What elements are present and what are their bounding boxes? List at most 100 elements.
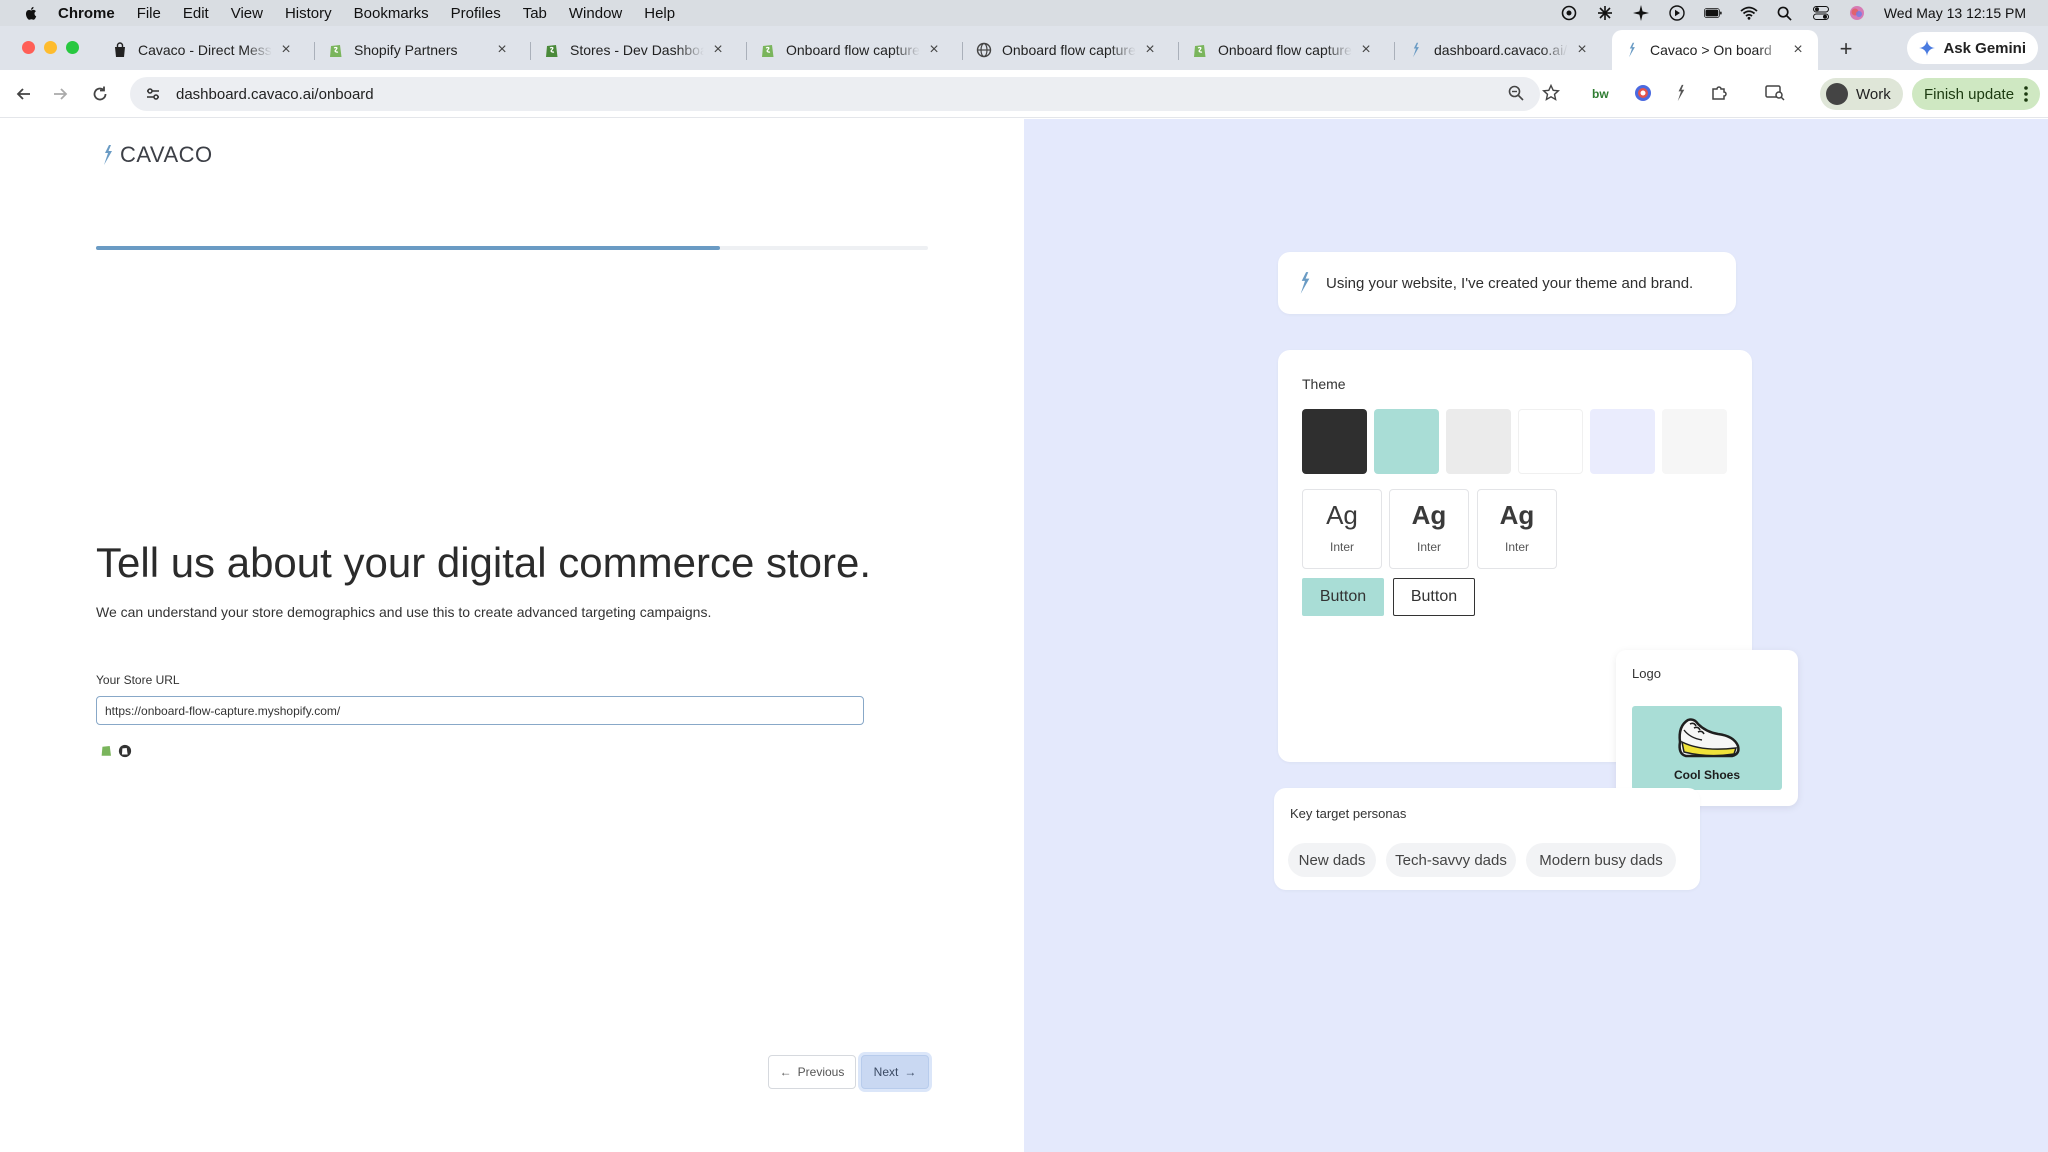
theme-swatch[interactable] [1518, 409, 1583, 474]
close-window-button[interactable] [22, 41, 35, 54]
wifi-icon[interactable] [1740, 4, 1758, 22]
menu-file[interactable]: File [137, 5, 161, 22]
shopify-icon [100, 743, 114, 757]
tab-title: Stores - Dev Dashboard [570, 42, 704, 58]
menu-tab[interactable]: Tab [523, 5, 547, 22]
address-url[interactable]: dashboard.cavaco.ai/onboard [176, 86, 374, 103]
status-sun-icon[interactable] [1596, 4, 1614, 22]
logo-card: Logo Cool Shoes [1616, 650, 1798, 806]
menu-profiles[interactable]: Profiles [451, 5, 501, 22]
button-style-outline[interactable]: Button [1393, 578, 1475, 616]
reload-icon [93, 86, 107, 101]
color-extension-icon[interactable] [1632, 82, 1654, 104]
menu-edit[interactable]: Edit [183, 5, 209, 22]
font-sample: Ag [1326, 500, 1358, 530]
minimize-window-button[interactable] [44, 41, 57, 54]
brand-logo-tile[interactable]: Cool Shoes [1632, 706, 1782, 790]
personas-title: Key target personas [1290, 806, 1407, 821]
tab-onboard-flow-2[interactable]: Onboard flow capture × [964, 32, 1170, 68]
theme-swatch[interactable] [1662, 409, 1727, 474]
font-option[interactable]: Ag Inter [1389, 489, 1469, 569]
close-tab-icon[interactable]: × [278, 41, 294, 58]
back-button[interactable] [12, 82, 36, 106]
button-style-filled[interactable]: Button [1302, 578, 1384, 616]
address-bar[interactable]: dashboard.cavaco.ai/onboard [130, 77, 1540, 111]
apple-icon[interactable] [22, 4, 40, 22]
status-play-icon[interactable] [1668, 4, 1686, 22]
status-settings-icon[interactable] [1560, 4, 1578, 22]
font-option[interactable]: Ag Inter [1302, 489, 1382, 569]
cavaco-extension-icon[interactable] [1670, 82, 1692, 104]
ask-gemini-button[interactable]: Ask Gemini [1907, 32, 2038, 64]
close-tab-icon[interactable]: × [926, 41, 942, 58]
next-button[interactable]: Next → [861, 1055, 929, 1089]
close-tab-icon[interactable]: × [710, 41, 726, 58]
status-sparkle-icon[interactable] [1632, 4, 1650, 22]
site-settings-icon[interactable] [144, 85, 162, 103]
new-tab-button[interactable]: + [1834, 36, 1858, 61]
store-url-input[interactable] [96, 696, 864, 725]
tab-shopify-partners[interactable]: Shopify Partners × [316, 32, 522, 68]
close-tab-icon[interactable]: × [1142, 41, 1158, 58]
theme-title: Theme [1302, 376, 1346, 392]
menubar-datetime[interactable]: Wed May 13 12:15 PM [1884, 5, 2026, 21]
cavaco-bag-icon [112, 42, 128, 58]
tab-onboard-flow-3[interactable]: Onboard flow capture × [1180, 32, 1386, 68]
extensions-puzzle-icon[interactable] [1708, 82, 1730, 104]
persona-chip[interactable]: Modern busy dads [1526, 843, 1676, 877]
battery-icon[interactable] [1703, 4, 1722, 22]
siri-icon[interactable] [1848, 4, 1866, 22]
gemini-sparkle-icon [1919, 40, 1936, 56]
menu-bookmarks[interactable]: Bookmarks [354, 5, 429, 22]
bookmark-star-icon[interactable] [1540, 82, 1562, 104]
control-center-icon[interactable] [1812, 4, 1830, 22]
browser-toolbar: dashboard.cavaco.ai/onboard bw Work Fini… [0, 70, 2048, 118]
logo-brand-name: Cool Shoes [1673, 768, 1740, 782]
arrow-right-icon: → [904, 1065, 917, 1079]
previous-label: Previous [797, 1065, 845, 1079]
tab-onboard-flow-1[interactable]: Onboard flow capture × [748, 32, 954, 68]
font-name: Inter [1329, 540, 1354, 554]
zoom-window-button[interactable] [66, 41, 79, 54]
profile-button[interactable]: Work [1820, 78, 1903, 110]
finish-update-button[interactable]: Finish update [1912, 78, 2041, 110]
tab-cavaco-messages[interactable]: Cavaco - Direct Messa × [100, 32, 306, 68]
theme-swatch[interactable] [1302, 409, 1367, 474]
font-option[interactable]: Ag Inter [1477, 489, 1557, 569]
logo-title: Logo [1632, 666, 1661, 681]
ask-gemini-label: Ask Gemini [1943, 39, 2026, 57]
tab-title: Cavaco > On board [1650, 42, 1772, 58]
page-title: Tell us about your digital commerce stor… [96, 539, 872, 586]
reload-button[interactable] [88, 82, 112, 106]
menu-help[interactable]: Help [644, 5, 675, 22]
finish-update-label: Finish update [1924, 85, 2015, 103]
store-url-label: Your Store URL [96, 673, 180, 687]
menu-window[interactable]: Window [569, 5, 622, 22]
tab-cavaco-onboard-active[interactable]: Cavaco > On board × [1612, 30, 1818, 70]
tab-stores-dev-dashboard[interactable]: Stores - Dev Dashboard × [532, 32, 738, 68]
font-sample: Ag [1499, 500, 1535, 530]
close-tab-icon[interactable]: × [1574, 41, 1590, 58]
menu-app-name[interactable]: Chrome [58, 5, 115, 22]
persona-chip[interactable]: New dads [1288, 843, 1376, 877]
persona-chip[interactable]: Tech-savvy dads [1386, 843, 1516, 877]
theme-swatch[interactable] [1590, 409, 1655, 474]
previous-button[interactable]: ← Previous [768, 1055, 856, 1089]
shopify-icon [1192, 42, 1208, 58]
bitwarden-extension-icon[interactable]: bw [1592, 82, 1614, 104]
close-tab-icon[interactable]: × [1358, 41, 1374, 58]
theme-swatch[interactable] [1446, 409, 1511, 474]
personas-card: Key target personas New dads Tech-savvy … [1274, 788, 1700, 890]
menu-history[interactable]: History [285, 5, 332, 22]
theme-swatch[interactable] [1374, 409, 1439, 474]
tab-search-icon[interactable] [1764, 82, 1786, 104]
zoom-icon[interactable] [1505, 82, 1527, 104]
cavaco-logo[interactable]: CAVACO [102, 142, 213, 168]
menu-view[interactable]: View [231, 5, 263, 22]
forward-button[interactable] [48, 82, 72, 106]
spotlight-search-icon[interactable] [1776, 4, 1794, 22]
close-tab-icon[interactable]: × [1790, 41, 1806, 58]
arrow-left-icon: ← [779, 1065, 792, 1079]
close-tab-icon[interactable]: × [494, 41, 510, 58]
tab-dashboard-cavaco[interactable]: dashboard.cavaco.ai/s × [1396, 32, 1602, 68]
